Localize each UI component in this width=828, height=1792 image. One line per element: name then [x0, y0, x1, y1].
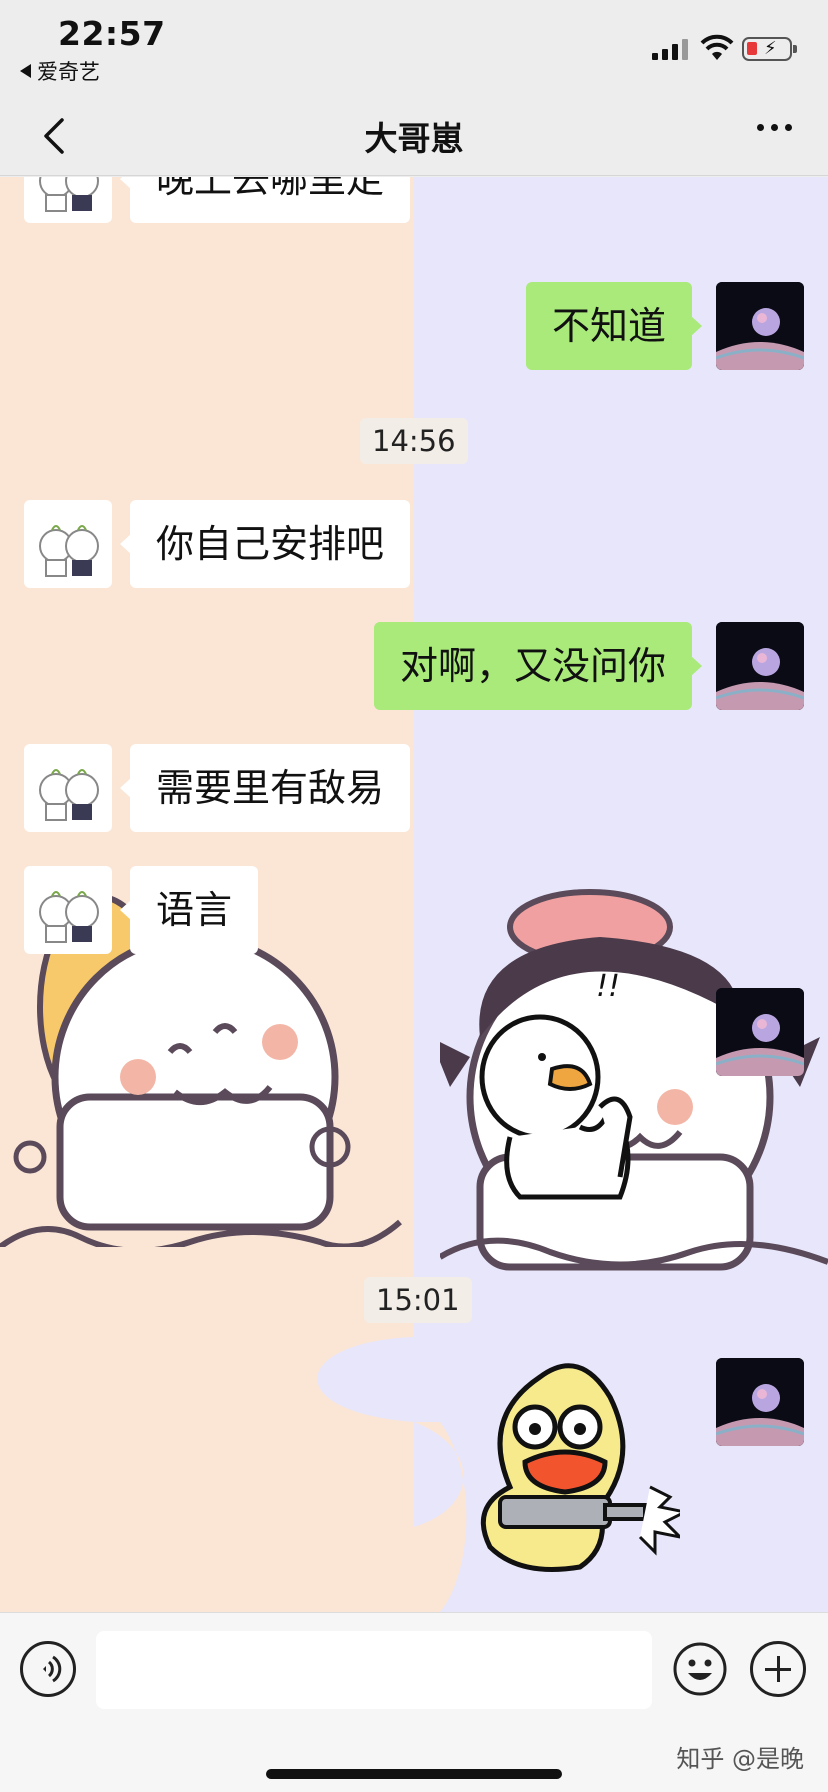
my-avatar-image	[716, 988, 804, 1076]
input-bar: 知乎 @是晚	[0, 1612, 828, 1792]
chat-area[interactable]: 晚上去哪里走 不知道 14:56 你自己安排吧 对啊，又没问你 需要里有敌易 语…	[0, 177, 828, 1612]
more-functions-plus-icon[interactable]	[750, 1641, 806, 1697]
battery-icon: ⚡	[742, 37, 797, 61]
friend-avatar-image	[39, 525, 99, 577]
sticker-exclaim-text: !!	[596, 969, 621, 1004]
my-avatar[interactable]	[716, 282, 804, 370]
chat-title: 大哥崽	[364, 119, 464, 158]
my-avatar[interactable]	[716, 1358, 804, 1446]
my-avatar-image	[716, 622, 804, 710]
more-options-icon[interactable]	[757, 124, 792, 131]
sticker-duck-message[interactable]: !!	[470, 969, 670, 1207]
message-bubble-incoming[interactable]: 语言	[119, 866, 259, 954]
timestamp: 15:01	[364, 1277, 472, 1323]
my-avatar[interactable]	[716, 622, 804, 710]
chat-header: 大哥崽	[0, 96, 828, 176]
timestamp: 14:56	[360, 418, 468, 464]
status-time: 22:57	[58, 14, 166, 53]
sticker-duck-gun-message[interactable]	[480, 1357, 690, 1587]
duck-sticker-image	[479, 1014, 633, 1200]
friend-avatar[interactable]	[24, 866, 112, 954]
message-bubble-incoming[interactable]: 你自己安排吧	[119, 500, 411, 588]
my-avatar-image	[716, 1358, 804, 1446]
duck-gun-sticker-image	[480, 1363, 690, 1572]
my-avatar[interactable]	[716, 988, 804, 1076]
friend-avatar-image	[39, 891, 99, 943]
message-input[interactable]	[96, 1631, 652, 1709]
message-bubble-outgoing[interactable]: 对啊，又没问你	[373, 622, 703, 710]
emoji-icon[interactable]	[672, 1641, 728, 1697]
watermark: 知乎 @是晚	[676, 1745, 804, 1773]
friend-avatar-image	[39, 177, 99, 212]
message-bubble-incoming[interactable]: 晚上去哪里走	[119, 177, 411, 223]
cellular-signal-icon	[652, 38, 688, 60]
message-bubble-outgoing[interactable]: 不知道	[525, 282, 703, 370]
friend-avatar[interactable]	[24, 744, 112, 832]
my-avatar-image	[716, 282, 804, 370]
friend-avatar[interactable]	[24, 177, 112, 223]
voice-input-icon[interactable]	[20, 1641, 76, 1697]
friend-avatar-image	[39, 769, 99, 821]
friend-avatar[interactable]	[24, 500, 112, 588]
home-indicator[interactable]	[266, 1769, 562, 1779]
message-bubble-incoming[interactable]: 需要里有敌易	[119, 744, 411, 832]
back-triangle-icon	[20, 64, 31, 78]
wifi-icon	[700, 34, 734, 60]
back-to-app-link[interactable]: 爱奇艺	[20, 56, 100, 86]
back-app-label: 爱奇艺	[37, 60, 100, 84]
status-bar: 22:57 爱奇艺 ⚡	[0, 0, 828, 96]
